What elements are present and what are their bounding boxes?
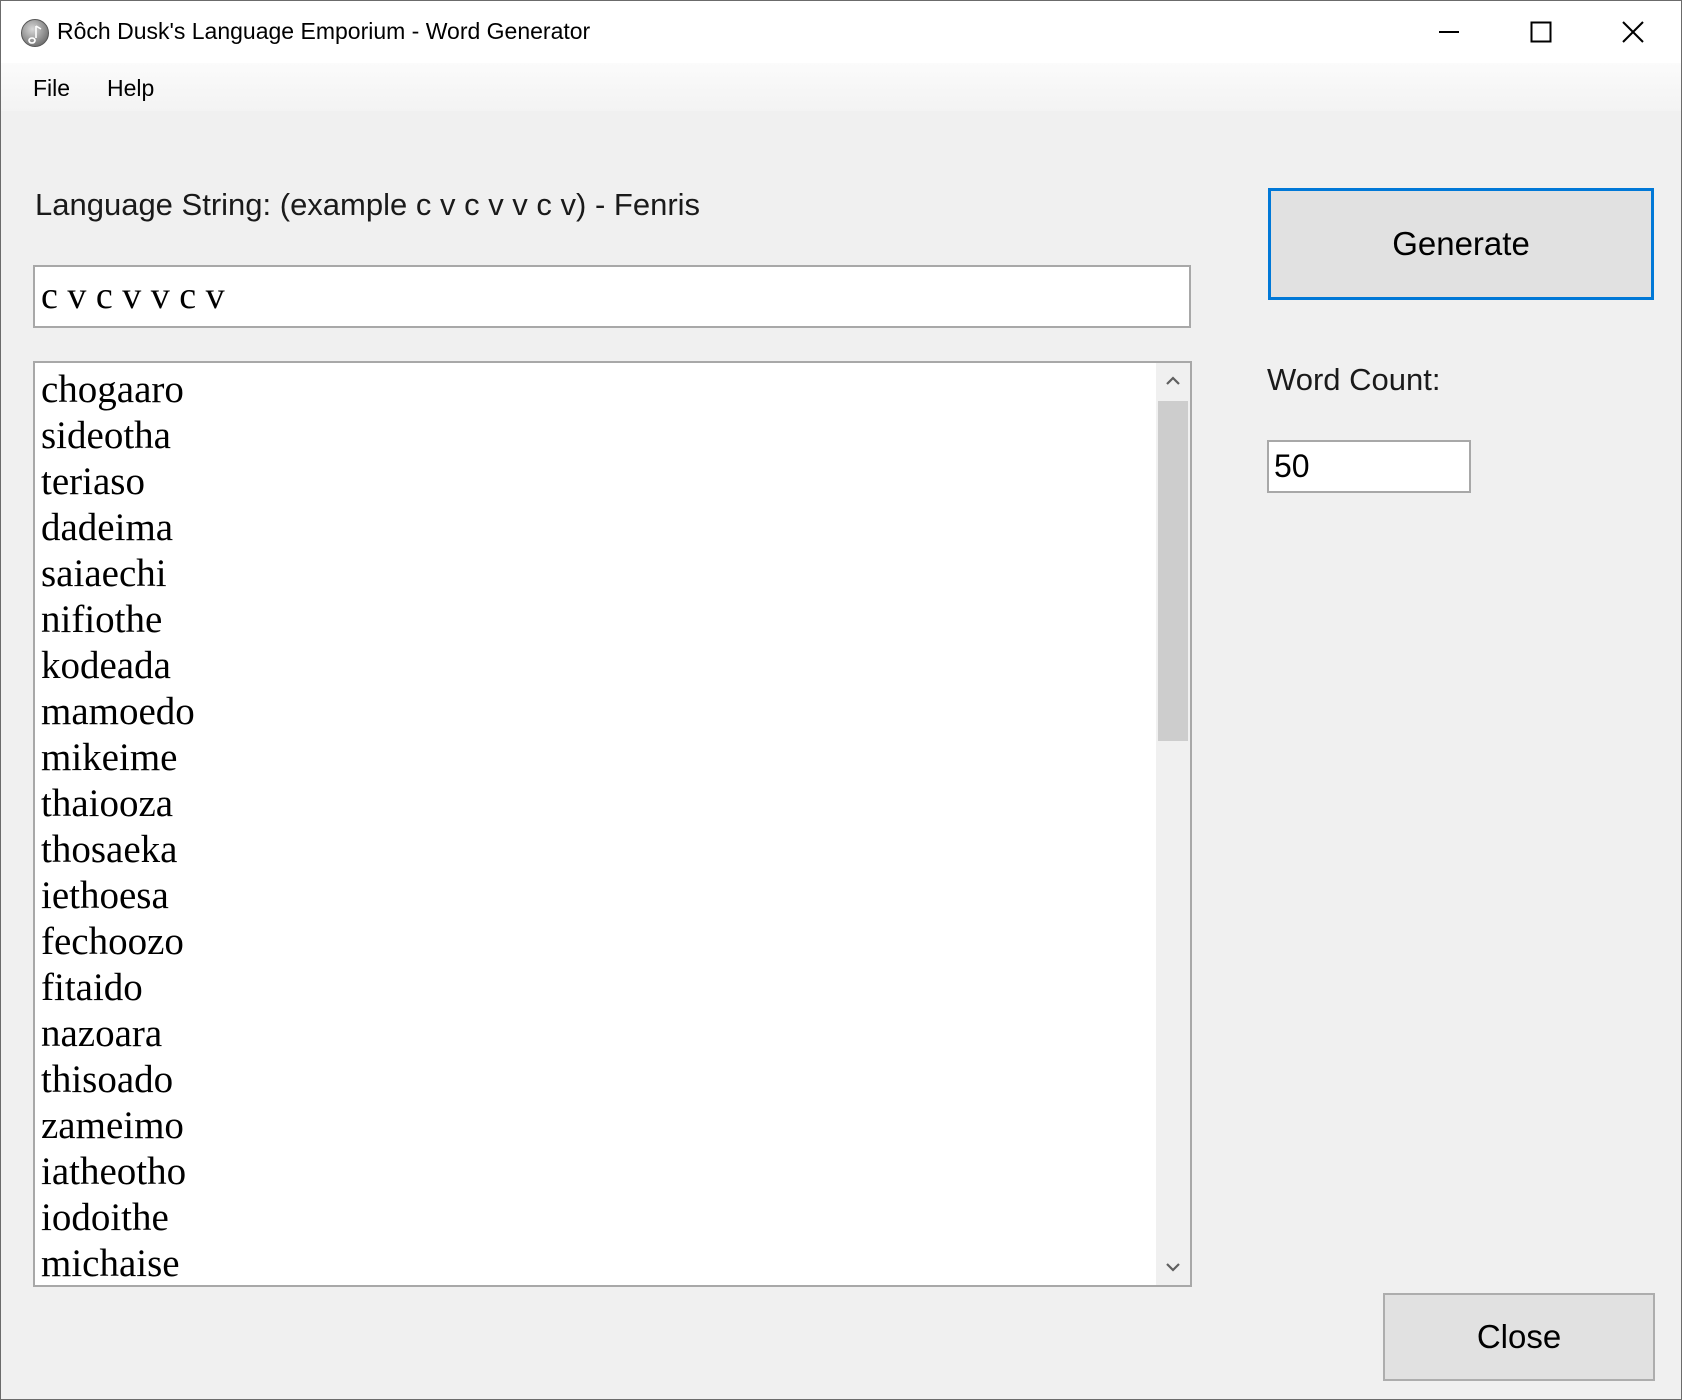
scroll-down-button[interactable] [1156,1249,1190,1285]
minimize-button[interactable] [1403,1,1495,63]
app-icon[interactable] [21,19,49,47]
list-item[interactable]: fechoozo [41,919,1141,965]
word-count-label: Word Count: [1267,362,1441,397]
list-item[interactable]: thaiooza [41,781,1141,827]
list-item[interactable]: mikeime [41,735,1141,781]
list-item[interactable]: zameimo [41,1103,1141,1149]
list-item[interactable]: sideotha [41,413,1141,459]
list-item[interactable]: iethoesa [41,873,1141,919]
word-list[interactable]: chogaaro sideotha teriaso dadeima saiaechi ni… [33,361,1192,1287]
list-item[interactable]: saiaechi [41,551,1141,597]
menu-help[interactable]: Help [103,75,158,102]
list-item[interactable]: dadeima [41,505,1141,551]
word-count-input[interactable]: 50 [1267,440,1471,493]
list-item[interactable]: thosaeka [41,827,1141,873]
word-list-items: chogaaro sideotha teriaso dadeima saiaechi ni… [41,367,1141,1285]
maximize-button[interactable] [1495,1,1587,63]
close-button[interactable]: Close [1383,1293,1655,1381]
vertical-scrollbar[interactable] [1156,363,1190,1285]
scroll-thumb[interactable] [1158,401,1188,741]
minimize-icon [1439,31,1459,33]
menu-file[interactable]: File [29,75,74,102]
maximize-icon [1530,21,1552,43]
window-close-button[interactable] [1587,1,1679,63]
scroll-up-button[interactable] [1156,363,1190,399]
list-item[interactable]: teriaso [41,459,1141,505]
list-item[interactable]: nifiothe [41,597,1141,643]
list-item[interactable]: nazoara [41,1011,1141,1057]
chevron-down-icon [1166,1263,1180,1272]
generate-button[interactable]: Generate [1268,188,1654,300]
menu-bar: File Help [1,63,1681,111]
title-bar[interactable]: Rôch Dusk's Language Emporium - Word Gen… [1,1,1681,63]
list-item[interactable]: kodeada [41,643,1141,689]
list-item[interactable]: iodoithe [41,1195,1141,1241]
list-item[interactable]: chogaaro [41,367,1141,413]
language-string-label: Language String: (example c v c v v c v)… [35,187,701,222]
chevron-up-icon [1166,376,1180,385]
list-item[interactable]: mamoedo [41,689,1141,735]
list-item[interactable]: fitaido [41,965,1141,1011]
list-item[interactable]: iatheotho [41,1149,1141,1195]
list-item[interactable]: thisoado [41,1057,1141,1103]
main-window: Rôch Dusk's Language Emporium - Word Gen… [0,0,1682,1400]
window-title: Rôch Dusk's Language Emporium - Word Gen… [57,18,591,44]
language-string-input[interactable]: c v c v v c v [33,265,1191,328]
close-icon [1622,21,1644,43]
list-item[interactable]: michaise [41,1241,1141,1285]
